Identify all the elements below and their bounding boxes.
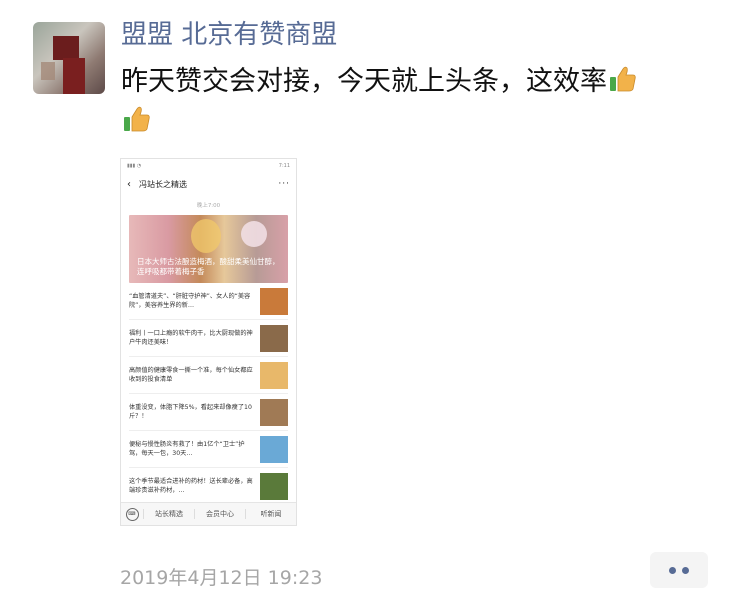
article-title: 体重没变，体脂下降5%，看起来却像瘦了10斤？！ <box>129 404 252 420</box>
tab-item: 会员中心 <box>194 509 245 519</box>
article-list: “血管清道夫”、“肝脏守护神”、女人的“美容院”，美容养生界的新… 福利丨一口上瘾… <box>121 283 296 505</box>
signal-icon: ▮▮▮ ◔ <box>127 163 142 169</box>
article-thumbnail <box>260 287 288 315</box>
hero-article: 日本大师古法酿造梅酒，酸甜柔美仙甘醇，连呼吸都带着梅子香 <box>129 215 288 283</box>
list-item: 体重没变，体脂下降5%，看起来却像瘦了10斤？！ <box>129 394 288 431</box>
nav-title: 冯站长之精选 <box>139 179 187 189</box>
list-item: 高颜值的健康零食一撕一个准，每个仙女都应收到的投食清单 <box>129 357 288 394</box>
article-thumbnail <box>260 324 288 352</box>
list-item: 福利丨一口上瘾的软牛肉干，比大厨现做的神户牛肉还美味！ <box>129 320 288 357</box>
hero-title: 日本大师古法酿造梅酒，酸甜柔美仙甘醇，连呼吸都带着梅子香 <box>137 257 280 276</box>
avatar[interactable] <box>33 22 105 94</box>
article-title: 便秘与慢性肠炎有救了！由1亿个“卫士”护驾，每天一包，30天… <box>129 441 245 457</box>
time-label: 晚上7:00 <box>196 203 221 209</box>
more-icon: ··· <box>278 179 290 189</box>
list-item: “血管清道夫”、“肝脏守护神”、女人的“美容院”，美容养生界的新… <box>129 283 288 320</box>
dot-icon <box>682 566 689 574</box>
tab-bar: ⌨ 站长精选 会员中心 听新闻 <box>121 502 296 525</box>
timestamp: 2019年4月12日 19:23 <box>120 567 323 589</box>
thumbs-up-icon <box>121 103 153 135</box>
keyboard-icon: ⌨ <box>121 507 143 521</box>
avatar-pixel <box>53 36 79 60</box>
avatar-pixel <box>63 58 85 94</box>
list-item: 便秘与慢性肠炎有救了！由1亿个“卫士”护驾，每天一包，30天… <box>129 431 288 468</box>
article-thumbnail <box>260 398 288 426</box>
article-title: 这个季节最适合进补的药材！送长辈必备，高端珍贵滋补药材，… <box>129 478 253 494</box>
dot-icon <box>669 566 676 574</box>
nav-bar: ‹ 冯站长之精选 ··· <box>121 173 296 195</box>
article-thumbnail <box>260 472 288 500</box>
back-icon: ‹ <box>127 178 131 190</box>
status-time: 7:11 <box>278 163 290 169</box>
thumbs-up-icon <box>607 63 639 95</box>
hero-image <box>191 219 221 253</box>
more-options-button[interactable] <box>650 552 708 588</box>
post-text: 昨天赞交会对接，今天就上头条，这效率 <box>121 62 711 142</box>
author-name[interactable]: 盟盟 北京有赞商盟 <box>121 14 337 51</box>
article-thumbnail <box>260 435 288 463</box>
article-title: “血管清道夫”、“肝脏守护神”、女人的“美容院”，美容养生界的新… <box>129 293 251 309</box>
shared-screenshot[interactable]: ▮▮▮ ◔ 7:11 ‹ 冯站长之精选 ··· 晚上7:00 日本大师古法酿造梅… <box>120 158 297 526</box>
status-bar: ▮▮▮ ◔ 7:11 <box>121 159 296 173</box>
avatar-pixel <box>41 62 55 80</box>
article-thumbnail <box>260 361 288 389</box>
article-title: 福利丨一口上瘾的软牛肉干，比大厨现做的神户牛肉还美味！ <box>129 330 253 346</box>
post-body: 昨天赞交会对接，今天就上头条，这效率 <box>121 66 607 97</box>
tab-item: 站长精选 <box>143 509 194 519</box>
list-item: 这个季节最适合进补的药材！送长辈必备，高端珍贵滋补药材，… <box>129 468 288 505</box>
hero-image <box>241 221 267 247</box>
article-title: 高颜值的健康零食一撕一个准，每个仙女都应收到的投食清单 <box>129 367 253 383</box>
tab-item: 听新闻 <box>245 509 296 519</box>
